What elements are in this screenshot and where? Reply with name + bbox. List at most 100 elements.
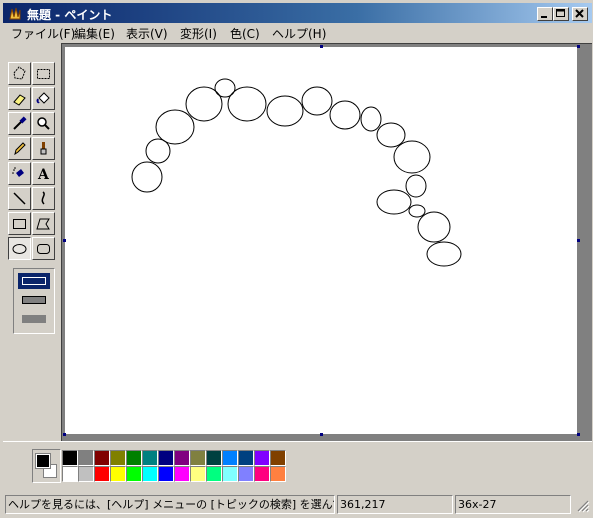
palette-color-swatch[interactable] — [270, 450, 286, 466]
text-icon: A — [37, 167, 50, 182]
foreground-color-swatch — [35, 453, 51, 469]
palette-color-swatch[interactable] — [110, 466, 126, 482]
palette-color-swatch[interactable] — [254, 466, 270, 482]
rounded-rectangle-tool[interactable] — [32, 237, 55, 260]
menu-help[interactable]: ヘルプ(H) — [272, 25, 326, 42]
minimize-icon — [541, 16, 547, 18]
resize-handle[interactable] — [577, 45, 580, 48]
magnifier-tool[interactable] — [32, 112, 55, 135]
minimize-button[interactable] — [537, 7, 553, 21]
color-picker-tool[interactable] — [8, 112, 31, 135]
tool-options-panel — [13, 268, 55, 334]
palette-color-swatch[interactable] — [94, 466, 110, 482]
palette-color-swatch[interactable] — [142, 466, 158, 482]
window-title: 無題 - ペイント — [27, 8, 113, 22]
rectangle-icon — [13, 219, 26, 229]
free-select-tool[interactable] — [8, 62, 31, 85]
curve-icon — [41, 191, 45, 205]
rounded-rectangle-icon — [37, 244, 50, 254]
resize-handle[interactable] — [63, 239, 66, 242]
status-bar: ヘルプを見るには、[ヘルプ] メニューの [トピックの検索] を選んでください。… — [3, 493, 592, 517]
text-tool[interactable]: A — [32, 162, 55, 185]
line-icon — [13, 192, 26, 205]
eraser-icon — [13, 94, 26, 106]
palette-color-swatch[interactable] — [78, 466, 94, 482]
palette-color-swatch[interactable] — [222, 450, 238, 466]
drawing-canvas[interactable] — [65, 47, 577, 434]
palette-color-swatch[interactable] — [142, 450, 158, 466]
palette-color-swatch[interactable] — [190, 466, 206, 482]
eyedropper-icon — [13, 116, 27, 130]
palette-color-swatch[interactable] — [126, 450, 142, 466]
status-selection-size: 36x-27 — [455, 495, 571, 514]
resize-grip-icon[interactable] — [574, 497, 590, 513]
fill-style-outline-fill-option[interactable] — [18, 294, 50, 306]
text-tool-glyph: A — [37, 167, 50, 182]
palette-color-swatch[interactable] — [78, 450, 94, 466]
menu-view[interactable]: 表示(V) — [126, 25, 168, 42]
airbrush-tool[interactable] — [8, 162, 31, 185]
resize-handle[interactable] — [63, 433, 66, 436]
ellipse-tool[interactable] — [8, 237, 31, 260]
eraser-tool[interactable] — [8, 87, 31, 110]
brush-tool[interactable] — [32, 137, 55, 160]
palette-color-swatch[interactable] — [158, 450, 174, 466]
fill-style-fill-option[interactable] — [18, 313, 50, 325]
title-bar[interactable]: 無題 - ペイント — [3, 3, 592, 23]
palette-color-swatch[interactable] — [238, 466, 254, 482]
paint-app-icon[interactable] — [7, 5, 23, 21]
palette-color-swatch[interactable] — [126, 466, 142, 482]
palette-color-swatch[interactable] — [174, 466, 190, 482]
resize-handle[interactable] — [577, 433, 580, 436]
menu-colors[interactable]: 色(C) — [230, 25, 260, 42]
status-coordinates: 361,217 — [337, 495, 453, 514]
status-help-text: ヘルプを見るには、[ヘルプ] メニューの [トピックの検索] を選んでください。 — [5, 495, 335, 514]
palette-color-swatch[interactable] — [270, 466, 286, 482]
palette-color-swatch[interactable] — [206, 466, 222, 482]
line-tool[interactable] — [8, 187, 31, 210]
palette-color-swatch[interactable] — [174, 450, 190, 466]
polygon-tool[interactable] — [32, 212, 55, 235]
palette-color-swatch[interactable] — [62, 450, 78, 466]
palette-color-swatch[interactable] — [206, 450, 222, 466]
resize-handle[interactable] — [320, 45, 323, 48]
toolbox: A — [5, 61, 59, 436]
color-palette-area — [3, 441, 592, 491]
menu-edit[interactable]: 編集(E) — [74, 25, 115, 42]
paint-window: 無題 - ペイント ファイル(F) 編集(E) 表示(V) 変形(I) 色(C)… — [0, 0, 593, 518]
rectangle-tool[interactable] — [8, 212, 31, 235]
maximize-icon — [556, 9, 565, 17]
fill-tool[interactable] — [32, 87, 55, 110]
palette-color-swatch[interactable] — [94, 450, 110, 466]
palette-color-swatch[interactable] — [62, 466, 78, 482]
resize-handle[interactable] — [320, 433, 323, 436]
fill-bucket-icon — [36, 92, 50, 104]
close-icon — [575, 9, 584, 18]
palette-color-swatch[interactable] — [158, 466, 174, 482]
palette-color-swatch[interactable] — [254, 450, 270, 466]
polygon-icon — [36, 218, 50, 230]
menu-bar: ファイル(F) 編集(E) 表示(V) 変形(I) 色(C) ヘルプ(H) — [3, 23, 592, 42]
pencil-icon — [14, 142, 26, 156]
palette-color-swatch[interactable] — [190, 450, 206, 466]
palette-color-swatch[interactable] — [110, 450, 126, 466]
curve-tool[interactable] — [32, 187, 55, 210]
fill-style-outline-option[interactable] — [18, 273, 50, 289]
maximize-button[interactable] — [553, 7, 569, 21]
pencil-tool[interactable] — [8, 137, 31, 160]
palette-color-swatch[interactable] — [222, 466, 238, 482]
brush-icon — [40, 142, 47, 155]
palette-color-swatch[interactable] — [238, 450, 254, 466]
canvas-scroll-area[interactable] — [61, 43, 592, 441]
free-select-icon — [13, 66, 26, 80]
menu-image[interactable]: 変形(I) — [180, 25, 217, 42]
menu-file[interactable]: ファイル(F) — [11, 25, 75, 42]
ellipse-icon — [12, 244, 27, 254]
current-colors-indicator[interactable] — [32, 449, 61, 483]
canvas-drawing — [131, 78, 462, 267]
close-button[interactable] — [572, 7, 588, 21]
resize-handle[interactable] — [577, 239, 580, 242]
magnifier-icon — [37, 117, 50, 130]
airbrush-icon — [12, 167, 24, 177]
rect-select-tool[interactable] — [32, 62, 55, 85]
